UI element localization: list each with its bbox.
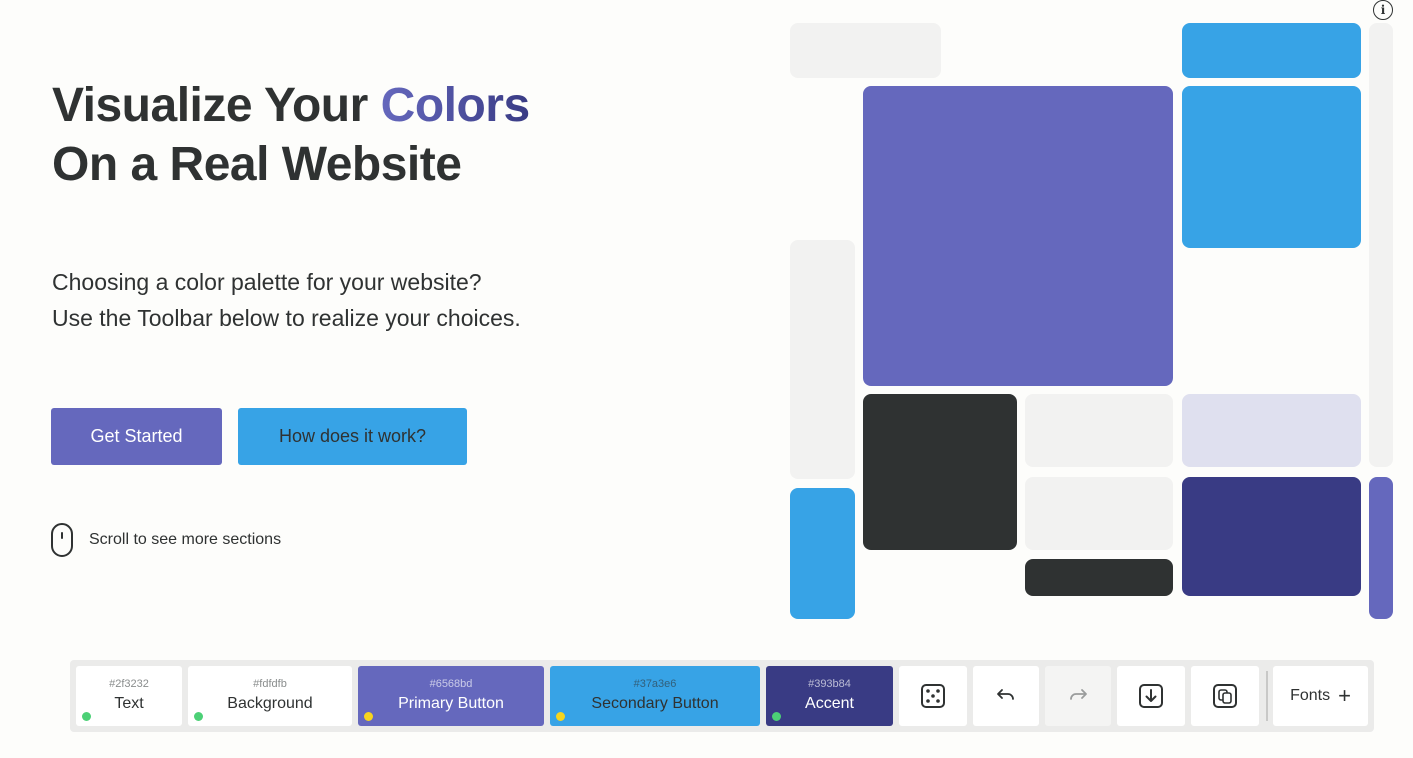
hero-subtitle: Choosing a color palette for your websit… <box>52 264 521 336</box>
swatch-secondary-hex: #37a3e6 <box>633 678 677 690</box>
mosaic-tile-secondary-left <box>790 488 855 619</box>
hero-subtitle-line-2: Use the Toolbar below to realize your ch… <box>52 305 521 331</box>
redo-icon <box>1070 689 1087 700</box>
hero-title-line-1: Visualize Your Colors <box>52 76 530 135</box>
contrast-status-dot <box>556 712 565 721</box>
undo-button[interactable] <box>973 666 1039 726</box>
swatch-secondary-button[interactable]: #37a3e6 Secondary Button <box>550 666 760 726</box>
mosaic-tile-primary-rail <box>1369 477 1393 619</box>
swatch-background-label: Background <box>227 695 313 712</box>
hero-title: Visualize Your Colors On a Real Website <box>52 76 530 194</box>
swatch-secondary-label: Secondary Button <box>591 695 719 712</box>
swatch-background-hex: #fdfdfb <box>253 678 287 690</box>
contrast-status-dot <box>772 712 781 721</box>
mosaic-tile-secondary-top <box>1182 23 1361 78</box>
swatch-accent-label: Accent <box>805 695 854 712</box>
swatch-primary-hex: #6568bd <box>429 678 473 690</box>
mosaic-tile-background-mid-2 <box>1025 477 1173 550</box>
hero-title-line-2: On a Real Website <box>52 138 462 191</box>
toolbar-divider <box>1266 671 1268 721</box>
swatch-primary-label: Primary Button <box>398 695 504 712</box>
dice-icon <box>921 684 945 708</box>
scroll-hint-label: Scroll to see more sections <box>89 531 282 548</box>
hero-title-prefix: Visualize Your <box>52 79 368 132</box>
mosaic-tile-primary-large <box>863 86 1173 386</box>
swatch-background[interactable]: #fdfdfb Background <box>188 666 352 726</box>
swatch-accent-hex: #393b84 <box>808 678 851 690</box>
mosaic-tile-background-mid-1 <box>1025 394 1173 467</box>
mosaic-tile-background-rail <box>1369 23 1393 467</box>
swatch-text[interactable]: #2f3232 Text <box>76 666 182 726</box>
mosaic-tile-background-top <box>790 23 941 78</box>
mouse-icon <box>51 523 73 557</box>
get-started-button[interactable]: Get Started <box>51 408 222 465</box>
contrast-status-dot <box>364 712 373 721</box>
export-button[interactable] <box>1117 666 1185 726</box>
plus-icon: + <box>1338 683 1351 708</box>
swatch-accent[interactable]: #393b84 Accent <box>766 666 893 726</box>
hero-subtitle-line-1: Choosing a color palette for your websit… <box>52 269 482 295</box>
contrast-status-dot <box>194 712 203 721</box>
info-icon[interactable]: i <box>1373 0 1393 20</box>
fonts-button-label: Fonts <box>1290 687 1331 704</box>
copy-button[interactable] <box>1191 666 1259 726</box>
swatch-text-label: Text <box>114 695 144 712</box>
download-icon <box>1139 684 1163 708</box>
mosaic-tile-secondary-square <box>1182 86 1361 248</box>
copy-icon <box>1213 684 1237 708</box>
redo-button[interactable] <box>1045 666 1111 726</box>
swatch-primary-button[interactable]: #6568bd Primary Button <box>358 666 544 726</box>
how-does-it-work-button[interactable]: How does it work? <box>238 408 467 465</box>
color-toolbar: #2f3232 Text #fdfdfb Background #6568bd … <box>70 660 1374 732</box>
mosaic-tile-accent <box>1182 477 1361 596</box>
randomize-button[interactable] <box>899 666 967 726</box>
mosaic-tile-background-left <box>790 240 855 479</box>
swatch-text-hex: #2f3232 <box>109 678 149 690</box>
fonts-button[interactable]: Fonts + <box>1273 666 1368 726</box>
mosaic-tile-lavender <box>1182 394 1361 467</box>
contrast-status-dot <box>82 712 91 721</box>
mosaic-tile-text-bar <box>1025 559 1173 596</box>
scroll-hint: Scroll to see more sections <box>51 523 281 557</box>
undo-icon <box>997 689 1014 700</box>
hero-title-accent-word: Colors <box>380 79 531 132</box>
mosaic-tile-text-square <box>863 394 1017 550</box>
